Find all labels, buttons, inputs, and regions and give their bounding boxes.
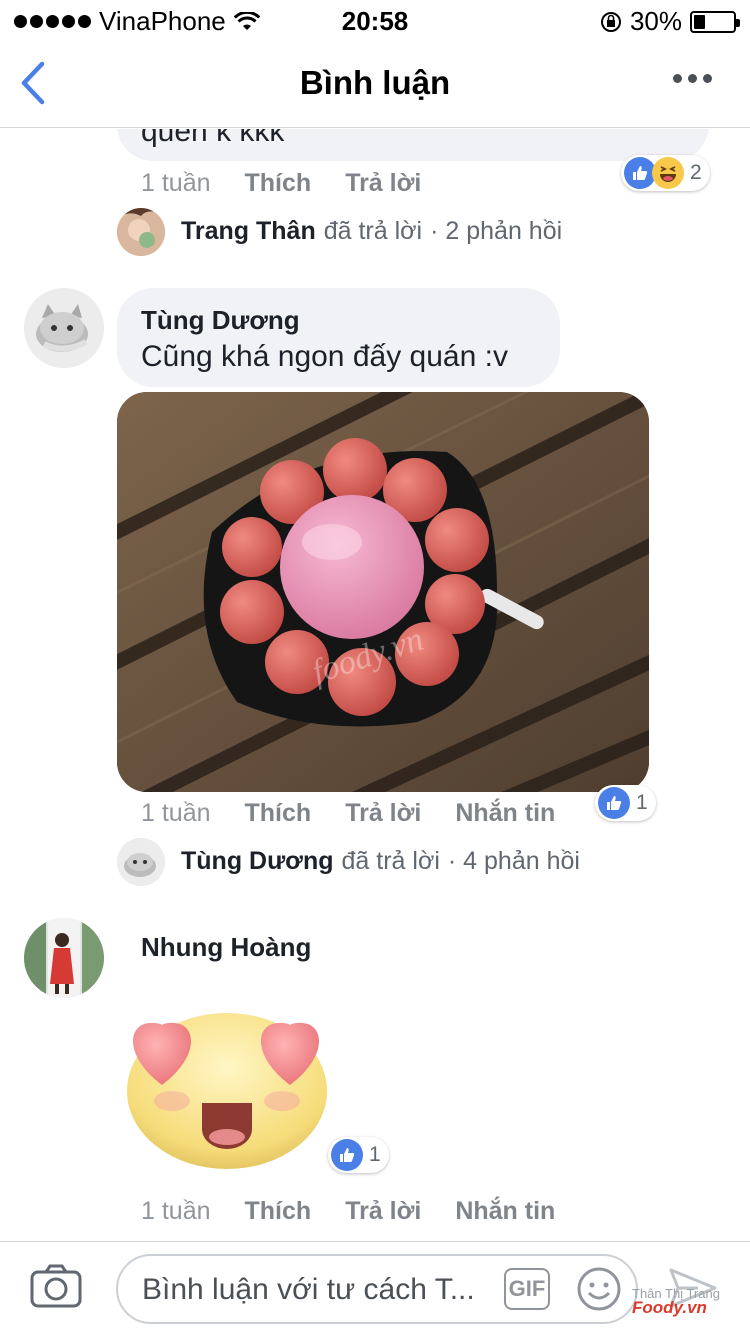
avatar[interactable] bbox=[117, 208, 165, 256]
like-button[interactable]: Thích bbox=[245, 799, 312, 828]
reply-summary[interactable]: Tùng Dương đã trả lời · 4 phản hồi bbox=[181, 847, 580, 876]
watermark-brand: Foody.vn bbox=[632, 1298, 707, 1317]
message-button[interactable]: Nhắn tin bbox=[455, 799, 555, 828]
reply-button[interactable]: Trả lời bbox=[345, 1197, 421, 1226]
comment-photo[interactable]: foody.vn bbox=[117, 392, 649, 792]
comment-author[interactable]: Nhung Hoàng bbox=[141, 932, 311, 963]
reaction-summary[interactable]: 1 bbox=[595, 785, 656, 821]
comment-bubble[interactable]: quên k kkk bbox=[117, 129, 709, 161]
battery-info: 30% bbox=[600, 6, 740, 37]
dessert-photo: foody.vn bbox=[117, 392, 649, 792]
like-button[interactable]: Thích bbox=[245, 1197, 312, 1226]
smiley-icon[interactable] bbox=[576, 1266, 622, 1312]
comment-text: quên k kkk bbox=[141, 129, 285, 148]
reply-author: Trang Thân bbox=[181, 217, 316, 245]
haha-reaction-icon bbox=[652, 157, 684, 189]
reply-action: đã trả lời bbox=[341, 847, 440, 875]
comment-bubble[interactable]: Tùng Dương Cũng khá ngon đấy quán :v bbox=[117, 288, 560, 387]
comment-author[interactable]: Tùng Dương bbox=[141, 305, 300, 336]
reply-count: · 4 phản hồi bbox=[447, 847, 580, 875]
nav-bar: Bình luận bbox=[0, 40, 750, 128]
more-dots-icon[interactable] bbox=[673, 74, 712, 83]
status-bar: VinaPhone 20:58 30% bbox=[0, 0, 750, 40]
reaction-summary[interactable]: 2 bbox=[621, 155, 710, 191]
comment-input-placeholder: Bình luận với tư cách T... bbox=[142, 1273, 475, 1306]
reaction-count: 2 bbox=[690, 161, 702, 184]
page-title: Bình luận bbox=[299, 64, 451, 101]
reaction-summary[interactable]: 1 bbox=[328, 1137, 389, 1173]
comment-input[interactable]: Bình luận với tư cách T... GIF bbox=[116, 1254, 638, 1324]
avatar[interactable] bbox=[24, 918, 104, 998]
reply-action: đã trả lời bbox=[323, 217, 423, 245]
comment-time: 1 tuần bbox=[141, 799, 211, 827]
like-reaction-icon bbox=[331, 1139, 363, 1171]
reaction-count: 1 bbox=[369, 1143, 381, 1166]
reply-count: · 2 phản hồi bbox=[430, 217, 563, 245]
reply-author: Tùng Dương bbox=[181, 847, 334, 875]
like-button[interactable]: Thích bbox=[245, 169, 312, 198]
avatar[interactable] bbox=[24, 288, 104, 368]
gif-button[interactable]: GIF bbox=[504, 1268, 550, 1310]
reply-button[interactable]: Trả lời bbox=[345, 169, 421, 198]
reaction-count: 1 bbox=[636, 791, 648, 814]
comment-actions: 1 tuần Thích Trả lời Nhắn tin bbox=[141, 1197, 589, 1226]
comment-actions: 1 tuần Thích Trả lời Nhắn tin bbox=[141, 799, 589, 828]
watermark: Thân Thị Trang Foody.vn bbox=[632, 1287, 720, 1317]
heart-eyes-emoji[interactable] bbox=[117, 991, 337, 1171]
reply-summary[interactable]: Trang Thân đã trả lời · 2 phản hồi bbox=[181, 217, 562, 246]
battery-icon bbox=[690, 10, 740, 33]
reply-button[interactable]: Trả lời bbox=[345, 799, 421, 828]
comment-text: Cũng khá ngon đấy quán :v bbox=[141, 340, 508, 373]
comment-list: quên k kkk 2 1 tuần Thích Trả lời Trang … bbox=[0, 129, 750, 1241]
message-button[interactable]: Nhắn tin bbox=[455, 1197, 555, 1226]
camera-icon[interactable] bbox=[30, 1264, 82, 1308]
avatar[interactable] bbox=[117, 838, 165, 886]
like-reaction-icon bbox=[598, 787, 630, 819]
battery-percent: 30% bbox=[629, 6, 682, 36]
rotation-lock-icon bbox=[600, 11, 621, 32]
comment-time: 1 tuần bbox=[141, 1197, 211, 1225]
comment-time: 1 tuần bbox=[141, 169, 211, 197]
comment-actions: 1 tuần Thích Trả lời bbox=[141, 169, 455, 198]
